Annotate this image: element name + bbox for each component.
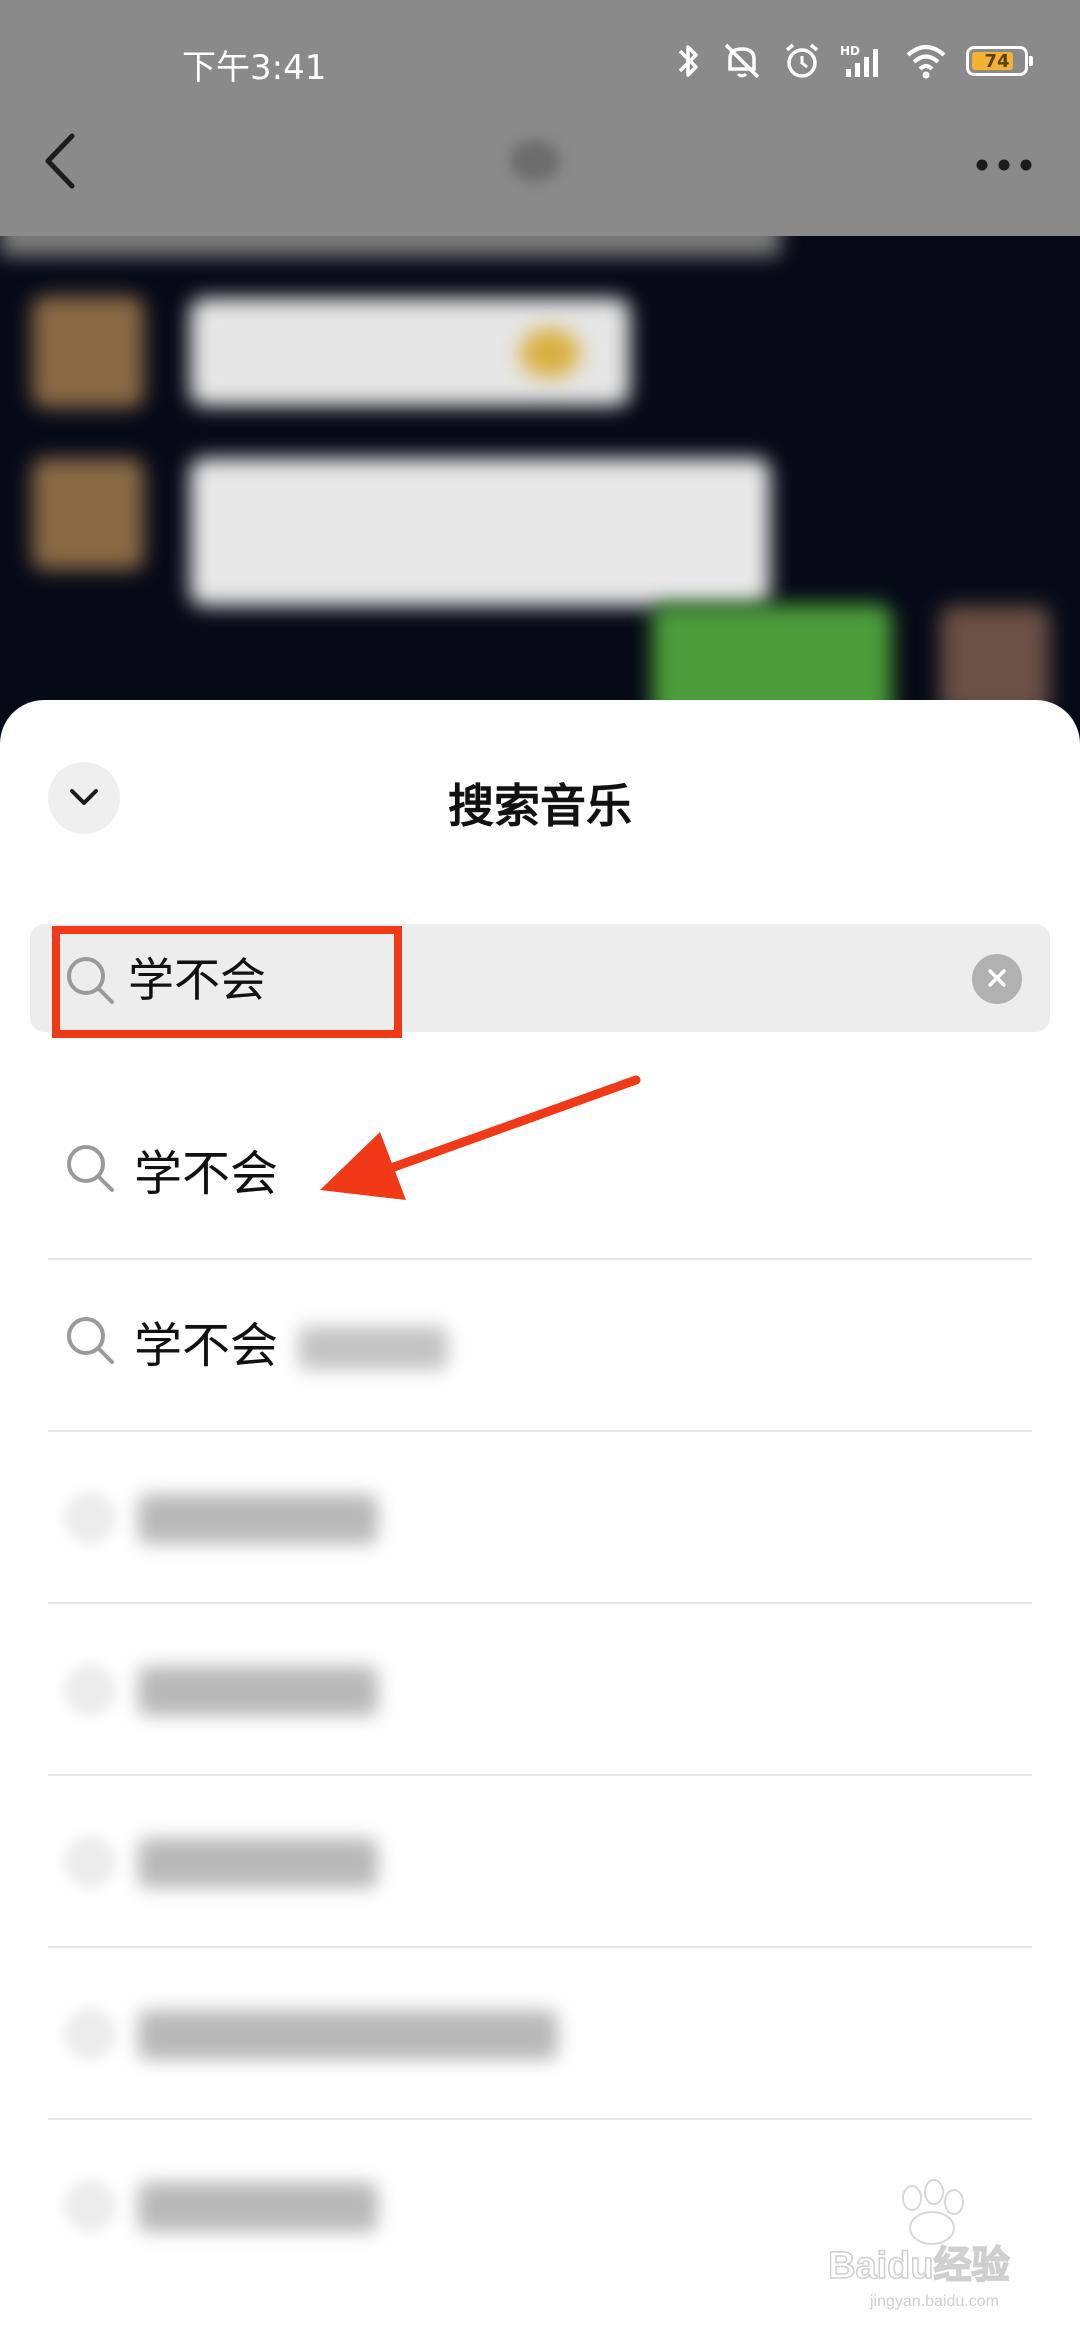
suggestion-text-blurred [138,2182,378,2232]
chat-background [0,236,1080,756]
message-bubble [190,458,770,606]
annotation-highlight-box [52,926,402,1038]
search-icon [64,1836,116,1888]
annotation-arrow [310,1060,650,1214]
suggestion-text-blurred [138,1494,378,1544]
sheet-title: 搜索音乐 [448,779,632,833]
hd-signal-icon: HD [840,41,886,81]
suggestion-item-blurred[interactable] [48,1948,1032,2120]
suggestion-text-blurred [138,1666,378,1716]
status-bar: 下午3:41 HD 74 [0,0,1080,126]
watermark-text: Baidu经验 [828,2245,1010,2287]
wifi-icon [904,41,948,81]
search-icon [64,1664,116,1716]
search-icon [64,2008,116,2060]
suggestion-blurred-tail [298,1326,448,1370]
suggestion-item-blurred[interactable] [48,1776,1032,1948]
bluetooth-icon [676,41,702,81]
baidu-watermark: Baidu经验 jingyan.baidu.com [826,2178,1056,2322]
suggestion-item-blurred[interactable] [48,1432,1032,1604]
suggestion-item[interactable]: 学不会 [48,1260,1032,1432]
search-icon [64,1314,116,1370]
chat-title-blurred [510,140,560,182]
battery-level: 74 [984,50,1010,72]
status-time: 下午3:41 [182,48,327,88]
clear-icon [986,967,1008,992]
back-icon[interactable] [40,130,80,196]
search-icon [64,1142,116,1198]
suggestion-text: 学不会 [134,1318,279,1374]
avatar [32,458,144,570]
battery-icon: 74 [966,46,1033,76]
suggestion-item-blurred[interactable] [48,1604,1032,1776]
blur-shadow [0,236,780,256]
watermark-url: jingyan.baidu.com [869,2293,999,2310]
alarm-icon [782,41,822,81]
emoji [520,328,580,378]
suggestion-text: 学不会 [134,1146,279,1202]
suggestion-text-blurred [138,1838,378,1888]
more-icon[interactable] [976,156,1032,175]
avatar [32,296,144,408]
search-icon [64,2180,116,2232]
status-icons: HD 74 [676,36,1033,86]
search-icon [64,1492,116,1544]
suggestion-list: 学不会 学不会 [48,1088,1032,2292]
suggestion-text-blurred [138,2010,558,2060]
clear-button[interactable] [972,954,1022,1004]
svg-text:HD: HD [840,44,860,58]
mute-icon [720,41,764,81]
